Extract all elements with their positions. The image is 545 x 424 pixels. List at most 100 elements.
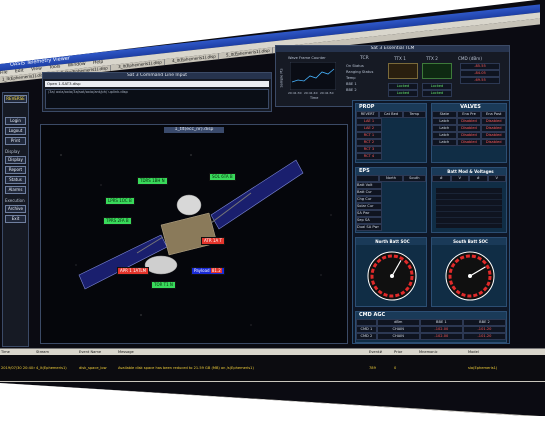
tcr-status-values-2: Locked Locked [422,83,452,97]
nav-button-report[interactable]: Report [5,166,26,174]
log-col-mnemonic: Mnemonic [419,350,438,354]
batt-mod-header: # V # V [432,175,506,182]
nav-button-login[interactable]: Login [5,117,26,125]
nav-button-print[interactable]: Print [5,137,26,145]
north-soc-gauge [367,251,417,301]
plot-xtick-3: 20:41:50 [320,91,334,95]
plot-xtick-1: 20:41:30 [288,91,302,95]
tcr-row-bbe2: BBE 2 [346,88,357,92]
valve-value-1: Disabled [456,118,482,125]
valve-value-4b: Disabled [481,139,507,146]
application-window: OASIS Telemetry Viewer File Edit View To… [0,0,545,416]
cmd-agc-bbe1-1: -102.00 [419,326,463,333]
nav-button-display[interactable]: Display [5,156,26,164]
log-col-eventno: Event# [369,350,383,354]
cmd-agc-row-2: CMD 2 CHAIN -102.00 -101.20 [356,333,507,340]
log-cell-model: sla(Ephemeris1) [468,366,498,370]
eps-row-7: Dual SA Pwr [356,224,382,231]
tcr-rows: On Status Ranging Status Temp BBE 1 BBE … [346,63,386,93]
ttx2-label: TTX 2 [426,56,438,61]
cmd-dbm-label: CMD (dBm) [458,56,482,61]
north-soc-title: North Batt SOC [356,238,426,245]
north-soc-panel: North Batt SOC [355,237,427,307]
batt-mod-panel: Batt Mod & Voltages # V # V [431,167,507,233]
prop-row-1: LAE 1 [356,118,382,125]
callout-lprs[interactable]: LPRS 1OC B [105,197,135,205]
status-nte: NTE [380,408,388,413]
prop-row-3: RCT 1 [356,132,382,139]
valves-col-enapost: Ena Post [481,111,507,118]
callout-tprs[interactable]: TPRS 2FA B [103,217,132,225]
cmd-dbm-value-1: -85.55 [460,63,500,70]
frame-counter-plot: Wave Frame Counter Sample Pts 20:41:30 2… [279,56,338,100]
prop-row-2: LAE 2 [356,125,382,132]
valves-header: State Ena Pre Ena Post [432,111,507,118]
prop-row-6: RCT 4 [356,153,382,160]
satellite-graphic-panel: 1_tlt(ecc_nr).disp TDRS 1BH N SOL 6TA B … [40,124,348,344]
valves-panel: VALVES State Ena Pre Ena Post Latch Disa… [431,103,507,163]
eps-title: EPS [356,168,426,175]
log-cell-time: 2019/07/30 20:40:6 4 [1,366,35,370]
cmd-agc-bbe1-2: -102.00 [419,333,463,340]
command-input-field[interactable]: Open 1.SAT3.disp [45,81,269,87]
valve-value-4: Disabled [456,139,482,146]
event-log: Time Stream Event Name Message Event# Pr… [0,348,545,382]
cmd-dbm-values: -85.55 -84.05 -69.55 [460,63,500,84]
command-input-panel: Sat 3 Command Line Input Open 1.SAT3.dis… [42,72,272,112]
log-col-message: Message [118,350,134,354]
callout-tdrs[interactable]: TDRS 1BH N [137,177,168,185]
command-history[interactable]: /3a/ oxia/oxia/3a/sat/oxia/ant/ph/ uplin… [45,89,269,109]
plot-title: Wave Frame Counter [288,56,326,60]
prop-title: PROP [356,104,426,111]
eps-row-4: Solar Cur [356,203,382,210]
log-col-stream: Stream [36,350,50,354]
command-history-line: /3a/ oxia/oxia/3a/sat/oxia/ant/ph/ uplin… [48,90,128,94]
nav-section-execution: Execution [5,198,25,203]
eps-row-5: SA Pwr [356,210,382,217]
cmd-agc-panel: CMD AGC dBm BBE 1 BBE 2 CMD 1 CHAIN -102… [355,311,507,343]
callout-tor[interactable]: TOR T1 N [151,281,176,289]
nav-button-archive[interactable]: Archive [5,205,26,213]
command-input-title: Sat 3 Command Line Input [43,73,271,79]
eps-panel: EPS North South Batt Volt Batt Cur Chg C… [355,167,427,233]
eps-row-1: Batt Volt [356,182,382,189]
right-panels: PROP REVERT Cat Bed Temp LAE 1 LAE 2 RCT… [352,100,510,344]
log-row[interactable]: 2019/07/30 20:40:6 4 4_lt(Ephemeris1) di… [0,355,545,381]
callout-atr[interactable]: ATR 1A T [201,237,225,245]
valves-row-4: Latch Disabled Disabled [432,139,507,146]
valve-value-2b: Disabled [481,125,507,132]
status-unit: Unit(0) NE [350,406,369,412]
menu-file[interactable]: File [0,70,8,76]
eps-col-south: South [402,175,426,182]
valve-row-label-1: Latch [432,118,457,125]
cmd-agc-header-blank [356,319,377,326]
plot-ylabel: Sample Pts [279,68,284,88]
tcr-status-values: Locked Locked [388,83,418,97]
command-input-value: Open 1.SAT3.disp [47,81,81,86]
reverse-badge[interactable]: REVERSE [4,95,27,103]
south-soc-panel: South Batt SOC [431,237,507,307]
callout-sol[interactable]: SOL 6TA B [209,173,236,181]
cmd-agc-bbe2-1: -101.20 [462,326,507,333]
valves-row-1: Latch Disabled Disabled [432,118,507,125]
nav-button-status[interactable]: Status [5,176,26,184]
nav-button-alarms[interactable]: Alarms [5,186,26,194]
callout-payload[interactable]: Payload 81.2 [191,267,225,275]
tcr-label: TCR [360,56,369,61]
log-col-event: Event Name [79,350,102,354]
status-sensor: Sensor(0) [271,401,289,407]
nav-button-exit[interactable]: Exit [5,215,26,223]
south-soc-title: South Batt SOC [432,238,506,245]
log-cell-event: disk_space_low [79,366,107,370]
nav-button-logout[interactable]: Logout [5,127,26,135]
batt-col-num-2: # [469,175,488,182]
cmd-dbm-value-3: -69.55 [460,77,500,84]
nav-section-display: Display [5,149,20,154]
valve-value-1b: Disabled [481,118,507,125]
valve-row-label-4: Latch [432,139,457,146]
cmd-agc-header: dBm BBE 1 BBE 2 [356,319,507,326]
callout-apr[interactable]: APR 1 1ATLM [117,267,150,275]
screen: OASIS Telemetry Viewer File Edit View To… [0,0,545,416]
cmd-agc-col-dbm: dBm [376,319,420,326]
log-header: Time Stream Event Name Message Event# Pr… [0,349,545,355]
